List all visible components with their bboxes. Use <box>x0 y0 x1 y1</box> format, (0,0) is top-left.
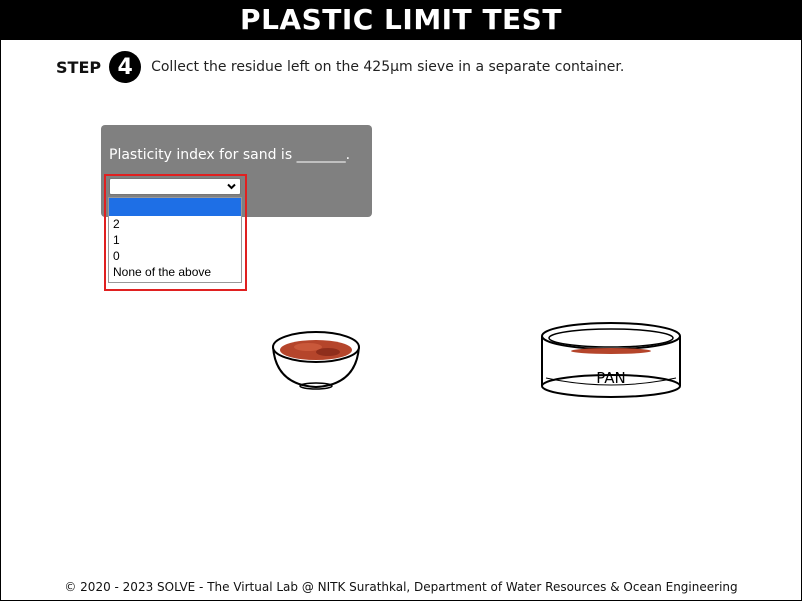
pan-label: PAN <box>596 369 626 387</box>
footer-text: © 2020 - 2023 SOLVE - The Virtual Lab @ … <box>64 580 738 594</box>
highlight-box <box>104 174 247 291</box>
sieve-pan[interactable]: PAN <box>536 318 686 400</box>
step-row: STEP 4 Collect the residue left on the 4… <box>56 50 624 84</box>
soil-bowl[interactable] <box>268 325 368 391</box>
page-frame <box>0 0 802 601</box>
step-number-badge: 4 <box>109 51 142 83</box>
quiz-question: Plasticity index for sand is _______. <box>109 147 351 163</box>
step-label: STEP <box>56 57 102 77</box>
page-title: PLASTIC LIMIT TEST <box>0 0 802 40</box>
step-instruction: Collect the residue left on the 425µm si… <box>151 59 625 75</box>
